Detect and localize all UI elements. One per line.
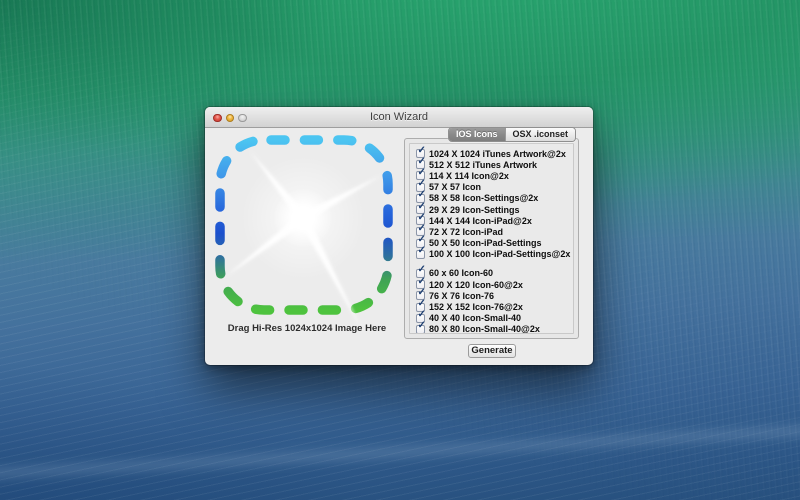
checkmark-icon: ✓ [418, 299, 426, 309]
icon-size-row[interactable]: ✓ 144 X 144 Icon-iPad@2x [416, 215, 573, 226]
icon-size-label: 50 X 50 Icon-iPad-Settings [429, 238, 542, 248]
icon-size-label: 72 X 72 Icon-iPad [429, 227, 503, 237]
icon-size-label: 29 X 29 Icon-Settings [429, 205, 520, 215]
checkbox[interactable]: ✓ [416, 325, 425, 334]
icon-size-row[interactable]: ✓ 114 X 114 Icon@2x [416, 170, 573, 181]
icon-size-group: ✓ 60 x 60 Icon-60 ✓ 120 X 120 Icon-60@2x… [416, 268, 573, 334]
icon-size-label: 152 X 152 Icon-76@2x [429, 302, 523, 312]
checkmark-icon: ✓ [418, 213, 426, 223]
checkmark-icon: ✓ [418, 265, 426, 275]
checkmark-icon: ✓ [418, 190, 426, 200]
checkmark-icon: ✓ [418, 179, 426, 189]
checkmark-icon: ✓ [418, 157, 426, 167]
icon-size-label: 512 X 512 iTunes Artwork [429, 160, 537, 170]
icon-size-list: ✓ 1024 X 1024 iTunes Artwork@2x ✓ 512 X … [409, 143, 574, 334]
icon-size-row[interactable]: ✓ 58 X 58 Icon-Settings@2x [416, 193, 573, 204]
icon-size-label: 60 x 60 Icon-60 [429, 268, 493, 278]
checkmark-icon: ✓ [418, 246, 426, 256]
icon-sizes-panel: ✓ 1024 X 1024 iTunes Artwork@2x ✓ 512 X … [404, 138, 579, 339]
icon-size-row[interactable]: ✓ 60 x 60 Icon-60 [416, 268, 573, 279]
checkmark-icon: ✓ [418, 224, 426, 234]
checkmark-icon: ✓ [418, 310, 426, 320]
icon-size-row[interactable]: ✓ 80 X 80 Icon-Small-40@2x [416, 324, 573, 334]
icon-size-row[interactable]: ✓ 40 X 40 Icon-Small-40 [416, 313, 573, 324]
checkmark-icon: ✓ [418, 288, 426, 298]
checkmark-icon: ✓ [418, 277, 426, 287]
icon-size-label: 120 X 120 Icon-60@2x [429, 280, 523, 290]
tab-bar: IOS Icons OSX .iconset [448, 127, 576, 142]
icon-size-label: 100 X 100 Icon-iPad-Settings@2x [429, 249, 570, 259]
icon-size-row[interactable]: ✓ 1024 X 1024 iTunes Artwork@2x [416, 148, 573, 159]
icon-size-row[interactable]: ✓ 72 X 72 Icon-iPad [416, 226, 573, 237]
icon-size-row[interactable]: ✓ 50 X 50 Icon-iPad-Settings [416, 238, 573, 249]
icon-size-row[interactable]: ✓ 76 X 76 Icon-76 [416, 290, 573, 301]
icon-size-row[interactable]: ✓ 120 X 120 Icon-60@2x [416, 279, 573, 290]
tab-ios-icons[interactable]: IOS Icons [449, 128, 505, 141]
icon-size-label: 58 X 58 Icon-Settings@2x [429, 193, 538, 203]
icon-size-row[interactable]: ✓ 57 X 57 Icon [416, 182, 573, 193]
icon-wizard-window: Icon Wizard [205, 107, 593, 365]
generate-button[interactable]: Generate [468, 344, 516, 358]
icon-size-label: 114 X 114 Icon@2x [429, 171, 509, 181]
icon-size-row[interactable]: ✓ 29 X 29 Icon-Settings [416, 204, 573, 215]
icon-size-label: 1024 X 1024 iTunes Artwork@2x [429, 149, 566, 159]
checkmark-icon: ✓ [418, 146, 426, 156]
icon-size-label: 57 X 57 Icon [429, 182, 481, 192]
icon-size-label: 40 X 40 Icon-Small-40 [429, 313, 521, 323]
checkmark-icon: ✓ [418, 202, 426, 212]
icon-size-row[interactable]: ✓ 512 X 512 iTunes Artwork [416, 159, 573, 170]
icon-size-label: 76 X 76 Icon-76 [429, 291, 494, 301]
icon-size-row[interactable]: ✓ 152 X 152 Icon-76@2x [416, 301, 573, 312]
checkmark-icon: ✓ [418, 321, 426, 331]
dropzone-caption: Drag Hi-Res 1024x1024 Image Here [212, 323, 402, 334]
checkmark-icon: ✓ [418, 168, 426, 178]
tab-osx-iconset[interactable]: OSX .iconset [505, 128, 576, 141]
icon-size-group: ✓ 1024 X 1024 iTunes Artwork@2x ✓ 512 X … [416, 148, 573, 260]
image-drop-zone[interactable] [212, 122, 402, 350]
checkbox[interactable]: ✓ [416, 250, 425, 259]
icon-size-label: 80 X 80 Icon-Small-40@2x [429, 324, 540, 334]
icon-size-row[interactable]: ✓ 100 X 100 Icon-iPad-Settings@2x [416, 249, 573, 260]
checkmark-icon: ✓ [418, 235, 426, 245]
icon-size-label: 144 X 144 Icon-iPad@2x [429, 216, 532, 226]
